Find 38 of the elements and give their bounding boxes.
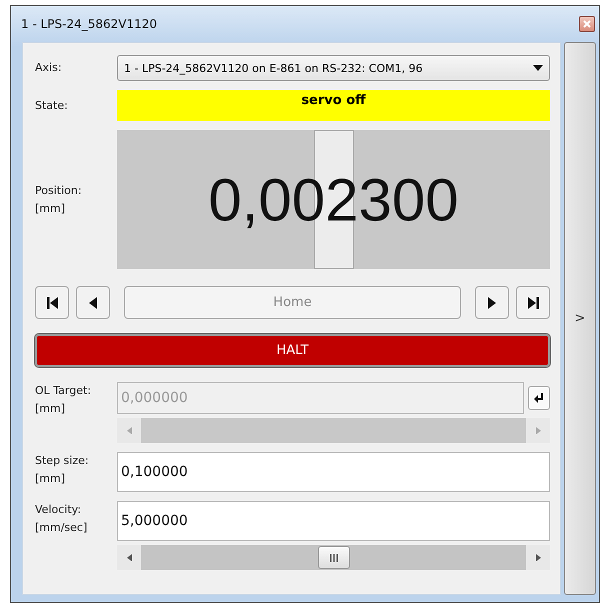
unit-label: [mm]	[35, 200, 66, 216]
right-arrow-icon	[536, 554, 540, 562]
step-size-field[interactable]: 0,100000	[117, 452, 550, 492]
enter-icon	[534, 393, 544, 403]
window-title: 1 - LPS-24_5862V1120	[21, 17, 158, 31]
position-value: 0,002300	[208, 165, 459, 234]
skip-start-icon	[46, 296, 58, 308]
unit-label: [mm/sec]	[35, 520, 88, 536]
right-arrow-icon	[536, 426, 540, 434]
skip-end-icon	[528, 296, 538, 308]
field-label: Axis:	[35, 60, 63, 76]
field-label: Position:	[35, 182, 83, 198]
slider-thumb[interactable]	[318, 546, 350, 569]
field-label: OL Target:	[35, 383, 92, 399]
left-triangle-icon	[89, 296, 97, 308]
unit-label: [mm]	[35, 401, 66, 417]
close-button[interactable]	[579, 16, 595, 32]
scrollbar[interactable]	[117, 545, 550, 570]
next-button[interactable]	[475, 286, 509, 319]
left-arrow-icon	[126, 426, 132, 434]
last-button[interactable]	[516, 286, 550, 319]
unit-label: [mm]	[35, 471, 66, 487]
halt-button[interactable]: HALT	[35, 334, 550, 367]
first-button[interactable]	[35, 286, 69, 319]
prev-button[interactable]	[76, 286, 110, 319]
expand-button[interactable]: >	[564, 42, 596, 595]
dropdown-caret-icon	[533, 65, 543, 71]
field-label: Velocity:	[35, 502, 82, 518]
close-icon	[583, 20, 591, 28]
grip-icon	[328, 554, 338, 562]
axis-dropdown[interactable]: 1 - LPS-24_5862V1120 on E-861 on RS-232: COM1, 96	[117, 55, 550, 81]
state-indicator: servo off	[117, 90, 550, 121]
field-label: Step size:	[35, 453, 90, 469]
velocity-field[interactable]: 5,000000	[117, 501, 550, 541]
left-arrow-icon	[126, 554, 132, 562]
right-triangle-icon	[488, 296, 496, 308]
enter-button[interactable]	[528, 386, 550, 410]
field-label: State:	[35, 98, 69, 114]
